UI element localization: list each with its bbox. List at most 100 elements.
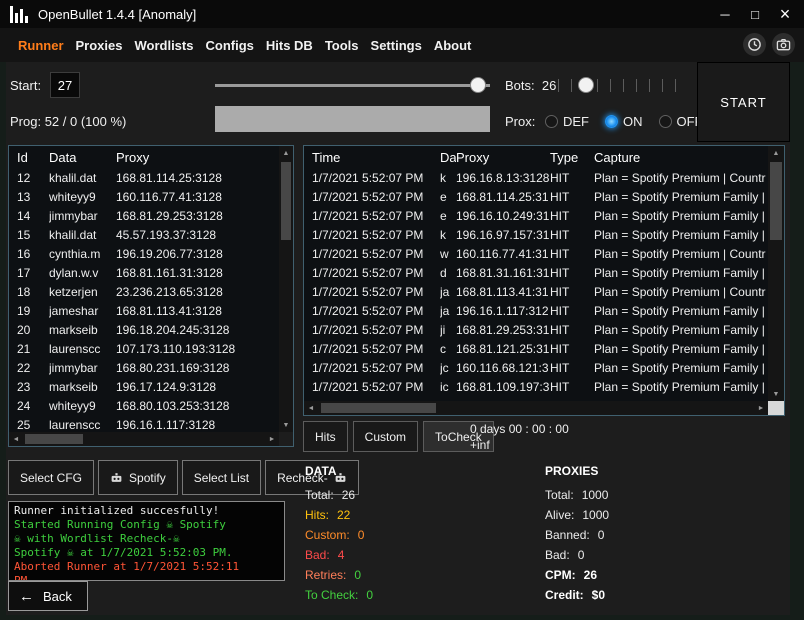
proxy-mode-label: Prox:	[505, 114, 535, 129]
close-button[interactable]: ×	[770, 0, 800, 28]
table-row[interactable]: 1/7/2021 5:52:07 PM ji 168.81.29.253:31 …	[304, 320, 768, 339]
openbullet-window: OpenBullet 1.4.4 [Anomaly] ─ □ × Runner …	[0, 0, 804, 620]
table-row[interactable]: 1/7/2021 5:52:07 PM e 196.16.10.249:31 H…	[304, 206, 768, 225]
select-config-button[interactable]: Select CFG	[8, 460, 94, 495]
data-stats: DATA Total: 26 Hits: 22 Custom: 0	[305, 464, 373, 605]
maximize-button[interactable]: □	[740, 0, 770, 28]
history-clock-button[interactable]	[743, 33, 766, 56]
table-row[interactable]: 19 jameshar 168.81.113.41:3128	[9, 301, 279, 320]
table-row[interactable]: 1/7/2021 5:52:07 PM w 160.116.77.41:31 H…	[304, 244, 768, 263]
table-row[interactable]: 17 dylan.w.v 168.81.161.31:3128	[9, 263, 279, 282]
log-line: Spotify ☠ at 1/7/2021 5:52:03 PM.	[14, 546, 279, 560]
column-header-id[interactable]: Id	[17, 150, 49, 165]
scroll-up-icon[interactable]: ▲	[279, 146, 293, 160]
table-row[interactable]: 16 cynthia.m 196.19.206.77:3128	[9, 244, 279, 263]
wordlist-table: Id Data Proxy 12 khalil.dat 168.81.114.2…	[8, 145, 294, 447]
scroll-down-icon[interactable]: ▼	[279, 418, 293, 432]
results-tab[interactable]: Custom	[353, 421, 418, 452]
timer: 0 days 00 : 00 : 00 +inf	[470, 421, 569, 453]
select-list-button[interactable]: Select List	[182, 460, 261, 495]
table-row[interactable]: 1/7/2021 5:52:07 PM jc 160.116.68.121:3 …	[304, 358, 768, 377]
table-row[interactable]: 13 whiteyy9 160.116.77.41:3128	[9, 187, 279, 206]
menu-item[interactable]: Hits DB	[266, 38, 313, 53]
column-header-data[interactable]: Data	[440, 150, 456, 165]
table-row[interactable]: 12 khalil.dat 168.81.114.25:3128	[9, 168, 279, 187]
progress-label: Prog: 52 / 0 (100 %)	[10, 114, 126, 129]
menu-item[interactable]: About	[434, 38, 472, 53]
table-row[interactable]: 1/7/2021 5:52:07 PM ic 168.81.109.197:3 …	[304, 377, 768, 396]
scrollbar-corner	[768, 401, 784, 415]
table-row[interactable]: 25 laurenscc 196.16.1.117:3128	[9, 415, 279, 432]
table-row[interactable]: 21 laurenscc 107.173.110.193:3128	[9, 339, 279, 358]
slider-thumb[interactable]	[578, 77, 594, 93]
column-header-proxy[interactable]: Proxy	[116, 150, 293, 165]
scroll-right-icon[interactable]: ►	[754, 401, 768, 415]
horizontal-scrollbar[interactable]: ◄ ►	[304, 401, 768, 415]
vertical-scrollbar[interactable]: ▲ ▼	[768, 146, 784, 401]
scrollbar-thumb[interactable]	[321, 403, 436, 413]
wordlist-table-header: Id Data Proxy	[9, 146, 293, 168]
table-row[interactable]: 14 jimmybar 168.81.29.253:3128	[9, 206, 279, 225]
table-row[interactable]: 1/7/2021 5:52:07 PM ja 168.81.113.41:31 …	[304, 282, 768, 301]
column-header-time[interactable]: Time	[312, 150, 440, 165]
table-row[interactable]: 20 markseib 196.18.204.245:3128	[9, 320, 279, 339]
table-row[interactable]: 1/7/2021 5:52:07 PM e 168.81.114.25:31 H…	[304, 187, 768, 206]
proxy-mode-group: DEF ON OFF	[545, 108, 703, 134]
slider-track[interactable]	[215, 84, 490, 87]
start-button[interactable]: START	[697, 62, 790, 142]
runner-controls: Start: Bots: 26 Prog: 52 / 0 (100 %) Pro…	[0, 62, 804, 142]
log-line: Runner initialized succesfully!	[14, 504, 279, 518]
back-button[interactable]: ← Back	[8, 581, 88, 611]
scrollbar-thumb[interactable]	[281, 162, 291, 240]
table-row[interactable]: 24 whiteyy9 168.80.103.253:3128	[9, 396, 279, 415]
table-row[interactable]: 1/7/2021 5:52:07 PM k 196.16.8.13:3128 H…	[304, 168, 768, 187]
menu-item[interactable]: Tools	[325, 38, 359, 53]
vertical-scrollbar[interactable]: ▲ ▼	[279, 146, 293, 432]
table-row[interactable]: 15 khalil.dat 45.57.193.37:3128	[9, 225, 279, 244]
scroll-right-icon[interactable]: ►	[265, 432, 279, 446]
minimize-button[interactable]: ─	[710, 0, 740, 28]
table-row[interactable]: 22 jimmybar 168.80.231.169:3128	[9, 358, 279, 377]
column-header-data[interactable]: Data	[49, 150, 116, 165]
table-row[interactable]: 23 markseib 196.17.124.9:3128	[9, 377, 279, 396]
screenshot-camera-button[interactable]	[772, 33, 795, 56]
data-stats-title: DATA	[305, 464, 373, 478]
column-header-capture[interactable]: Capture	[594, 150, 784, 165]
scroll-left-icon[interactable]: ◄	[9, 432, 23, 446]
column-header-proxy[interactable]: Proxy	[456, 150, 550, 165]
runner-log: Runner initialized succesfully! Started …	[8, 501, 285, 581]
menu-item[interactable]: Configs	[205, 38, 253, 53]
menu-item[interactable]: Proxies	[76, 38, 123, 53]
proxy-mode-option[interactable]: OFF	[659, 114, 703, 129]
radio-icon	[545, 115, 558, 128]
scroll-left-icon[interactable]: ◄	[304, 401, 318, 415]
hits-table-body: 1/7/2021 5:52:07 PM k 196.16.8.13:3128 H…	[304, 168, 768, 401]
stat-row: Alive: 1000	[545, 505, 609, 525]
horizontal-scrollbar[interactable]: ◄ ►	[9, 432, 279, 446]
window-edge	[0, 62, 6, 620]
menu-item[interactable]: Settings	[371, 38, 422, 53]
bots-label: Bots: 26	[505, 78, 556, 93]
table-row[interactable]: 18 ketzerjen 23.236.213.65:3128	[9, 282, 279, 301]
radio-icon	[659, 115, 672, 128]
table-row[interactable]: 1/7/2021 5:52:07 PM d 168.81.31.161:31 H…	[304, 263, 768, 282]
table-row[interactable]: 1/7/2021 5:52:07 PM ja 196.16.1.117:312 …	[304, 301, 768, 320]
slider-thumb[interactable]	[470, 77, 486, 93]
table-row[interactable]: 1/7/2021 5:52:07 PM c 168.81.121.25:31 H…	[304, 339, 768, 358]
menu-item[interactable]: Runner	[18, 38, 64, 53]
start-slider[interactable]	[215, 72, 490, 98]
results-tab[interactable]: Hits	[303, 421, 348, 452]
proxy-mode-option[interactable]: DEF	[545, 114, 589, 129]
scroll-down-icon[interactable]: ▼	[768, 387, 784, 401]
config-button[interactable]: Spotify	[98, 460, 178, 495]
bots-slider[interactable]	[558, 72, 688, 98]
proxy-mode-option[interactable]: ON	[605, 114, 643, 129]
wordlist-table-body: 12 khalil.dat 168.81.114.25:3128 13 whit…	[9, 168, 279, 432]
scrollbar-thumb[interactable]	[770, 162, 782, 240]
start-input[interactable]	[50, 72, 80, 98]
column-header-type[interactable]: Type	[550, 150, 594, 165]
menu-item[interactable]: Wordlists	[134, 38, 193, 53]
table-row[interactable]: 1/7/2021 5:52:07 PM k 196.16.97.157:31 H…	[304, 225, 768, 244]
scroll-up-icon[interactable]: ▲	[768, 146, 784, 160]
scrollbar-thumb[interactable]	[25, 434, 83, 444]
